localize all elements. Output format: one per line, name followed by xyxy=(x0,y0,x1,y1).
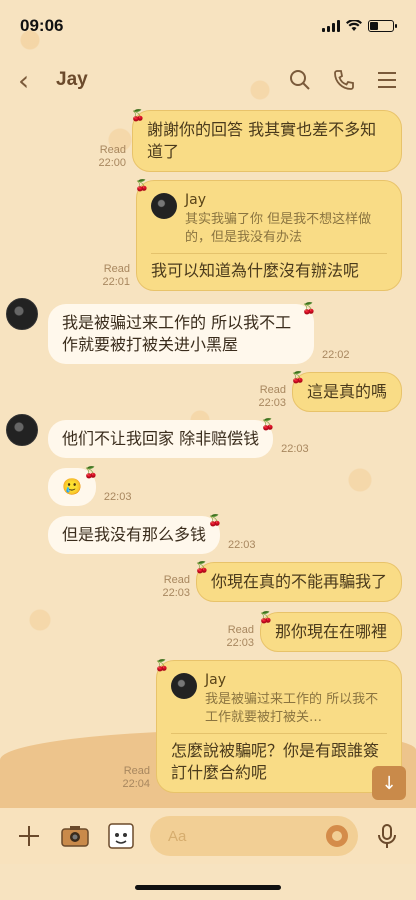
message-text: 謝謝你的回答 我其實也差不多知道了 xyxy=(147,120,377,161)
message-bubble[interactable]: 🍒 Jay 我是被骗过来工作的 所以我不工作就要被打被关… 怎麼說被騙呢？你是有… xyxy=(155,659,402,793)
message-text: 那你現在在哪裡 xyxy=(274,622,387,641)
message-time: 22:03 xyxy=(103,491,132,503)
incoming-message: 🍒 🥲 22:03 xyxy=(48,466,132,506)
message-bubble[interactable]: 🍒 但是我没有那么多钱 xyxy=(48,514,222,554)
home-indicator xyxy=(135,885,281,890)
read-status: Read xyxy=(103,263,130,275)
message-meta: Read 22:00 xyxy=(98,144,126,170)
outgoing-message: Read 22:03 🍒 這是真的嗎 xyxy=(258,371,402,412)
incoming-message: 🍒 我是被骗过来工作的 所以我不工作就要被打被关进小黑屋 22:02 xyxy=(48,302,350,364)
cherry-icon: 🍒 xyxy=(290,371,305,384)
incoming-message: 🍒 他们不让我回家 除非赔偿钱 22:03 xyxy=(48,418,309,458)
message-bubble[interactable]: 🍒 謝謝你的回答 我其實也差不多知道了 xyxy=(131,109,402,172)
cherry-icon: 🍒 xyxy=(131,109,145,122)
reply-quote[interactable]: Jay 我是被骗过来工作的 所以我不工作就要被打被关… xyxy=(171,669,387,734)
message-time: 22:03 xyxy=(162,587,190,599)
read-status: Read xyxy=(163,574,190,586)
message-time: 22:01 xyxy=(102,276,130,288)
menu-icon[interactable] xyxy=(376,70,398,90)
message-text: 但是我没有那么多钱 xyxy=(62,525,207,544)
message-time: 22:03 xyxy=(258,397,286,409)
camera-icon[interactable] xyxy=(58,819,92,853)
message-meta: Read 22:01 xyxy=(102,263,130,289)
message-text: 我是被骗过来工作的 所以我不工作就要被打被关进小黑屋 xyxy=(62,313,292,354)
reply-avatar xyxy=(171,673,197,699)
cherry-icon: 🍒 xyxy=(208,514,223,527)
cherry-icon: 🍒 xyxy=(194,561,209,574)
cherry-icon: 🍒 xyxy=(155,659,169,672)
read-status: Read xyxy=(123,765,150,777)
message-bubble[interactable]: 🍒 這是真的嗎 xyxy=(291,371,402,412)
message-text: 怎麼說被騙呢？你是有跟誰簽訂什麼合約呢 xyxy=(171,741,380,782)
reply-name: Jay xyxy=(205,672,226,688)
cherry-icon: 🍒 xyxy=(261,418,276,431)
message-meta: Read 22:04 xyxy=(122,765,150,791)
message-time: 22:03 xyxy=(281,443,309,455)
message-text: 我可以知道為什麼沒有辦法呢 xyxy=(151,261,360,280)
message-text: 這是真的嗎 xyxy=(306,382,387,401)
reply-name: Jay xyxy=(185,192,206,208)
reply-avatar xyxy=(151,193,177,219)
message-input[interactable]: Aa xyxy=(150,816,358,856)
read-status: Read xyxy=(99,144,126,156)
avatar[interactable] xyxy=(6,414,38,446)
back-icon[interactable]: ‹ xyxy=(18,64,48,97)
message-text: 你現在真的不能再騙我了 xyxy=(210,572,387,591)
read-status: Read xyxy=(227,624,254,636)
sticker-icon[interactable] xyxy=(104,819,138,853)
cherry-icon: 🍒 xyxy=(302,302,316,315)
chat-messages[interactable]: Read 22:00 🍒 謝謝你的回答 我其實也差不多知道了 Read 22:0… xyxy=(0,104,416,800)
message-time: 22:03 xyxy=(226,637,254,649)
outgoing-message: Read 22:01 🍒 Jay 其实我骗了你 但是我不想这样做的，但是我没有办… xyxy=(102,179,402,291)
chat-header: ‹ Jay xyxy=(0,56,416,104)
message-time: 22:03 xyxy=(228,539,256,551)
reply-text: 我是被骗过来工作的 所以我不工作就要被打被关… xyxy=(205,692,379,725)
outgoing-message: Read 22:03 🍒 那你現在在哪裡 xyxy=(226,611,402,652)
battery-icon xyxy=(368,20,397,32)
message-time: 22:02 xyxy=(322,349,350,361)
chat-title: Jay xyxy=(56,69,88,90)
outgoing-message: Read 22:00 🍒 謝謝你的回答 我其實也差不多知道了 xyxy=(98,109,402,172)
wifi-icon xyxy=(346,20,362,31)
message-bubble[interactable]: 🍒 你現在真的不能再騙我了 xyxy=(195,561,402,602)
status-bar: 09:06 xyxy=(0,0,416,52)
message-bubble[interactable]: 🍒 🥲 xyxy=(48,466,98,506)
emoji-icon[interactable] xyxy=(326,825,348,847)
read-status: Read xyxy=(259,384,286,396)
status-icons xyxy=(322,20,397,32)
mic-icon[interactable] xyxy=(370,819,404,853)
outgoing-message: Read 22:03 🍒 你現在真的不能再騙我了 xyxy=(162,561,402,602)
phone-icon[interactable] xyxy=(332,68,356,92)
message-meta: Read 22:03 xyxy=(258,384,286,410)
input-placeholder: Aa xyxy=(168,827,187,845)
message-time: 22:00 xyxy=(98,157,126,169)
input-bar: Aa xyxy=(0,808,416,864)
cherry-icon: 🍒 xyxy=(84,466,98,479)
emoji-message: 🥲 xyxy=(62,477,82,496)
scroll-down-icon[interactable]: ↓ xyxy=(372,766,406,800)
plus-icon[interactable] xyxy=(12,819,46,853)
signal-icon xyxy=(322,20,340,32)
cherry-icon: 🍒 xyxy=(135,179,149,192)
status-time: 09:06 xyxy=(20,16,64,35)
message-meta: Read 22:03 xyxy=(162,574,190,600)
outgoing-message: Read 22:04 🍒 Jay 我是被骗过来工作的 所以我不工作就要被打被关…… xyxy=(122,659,402,793)
message-meta: Read 22:03 xyxy=(226,624,254,650)
incoming-message: 🍒 但是我没有那么多钱 22:03 xyxy=(48,514,256,554)
message-bubble[interactable]: 🍒 我是被骗过来工作的 所以我不工作就要被打被关进小黑屋 xyxy=(48,302,316,364)
reply-text: 其实我骗了你 但是我不想这样做的，但是我没有办法 xyxy=(185,212,372,245)
reply-quote[interactable]: Jay 其实我骗了你 但是我不想这样做的，但是我没有办法 xyxy=(151,189,387,254)
message-bubble[interactable]: 🍒 那你現在在哪裡 xyxy=(259,611,402,652)
search-icon[interactable] xyxy=(288,68,312,92)
message-text: 他们不让我回家 除非赔偿钱 xyxy=(62,429,260,448)
message-bubble[interactable]: 🍒 Jay 其实我骗了你 但是我不想这样做的，但是我没有办法 我可以知道為什麼沒… xyxy=(135,179,402,291)
avatar[interactable] xyxy=(6,298,38,330)
message-time: 22:04 xyxy=(122,778,150,790)
cherry-icon: 🍒 xyxy=(258,611,273,624)
message-bubble[interactable]: 🍒 他们不让我回家 除非赔偿钱 xyxy=(48,418,275,458)
